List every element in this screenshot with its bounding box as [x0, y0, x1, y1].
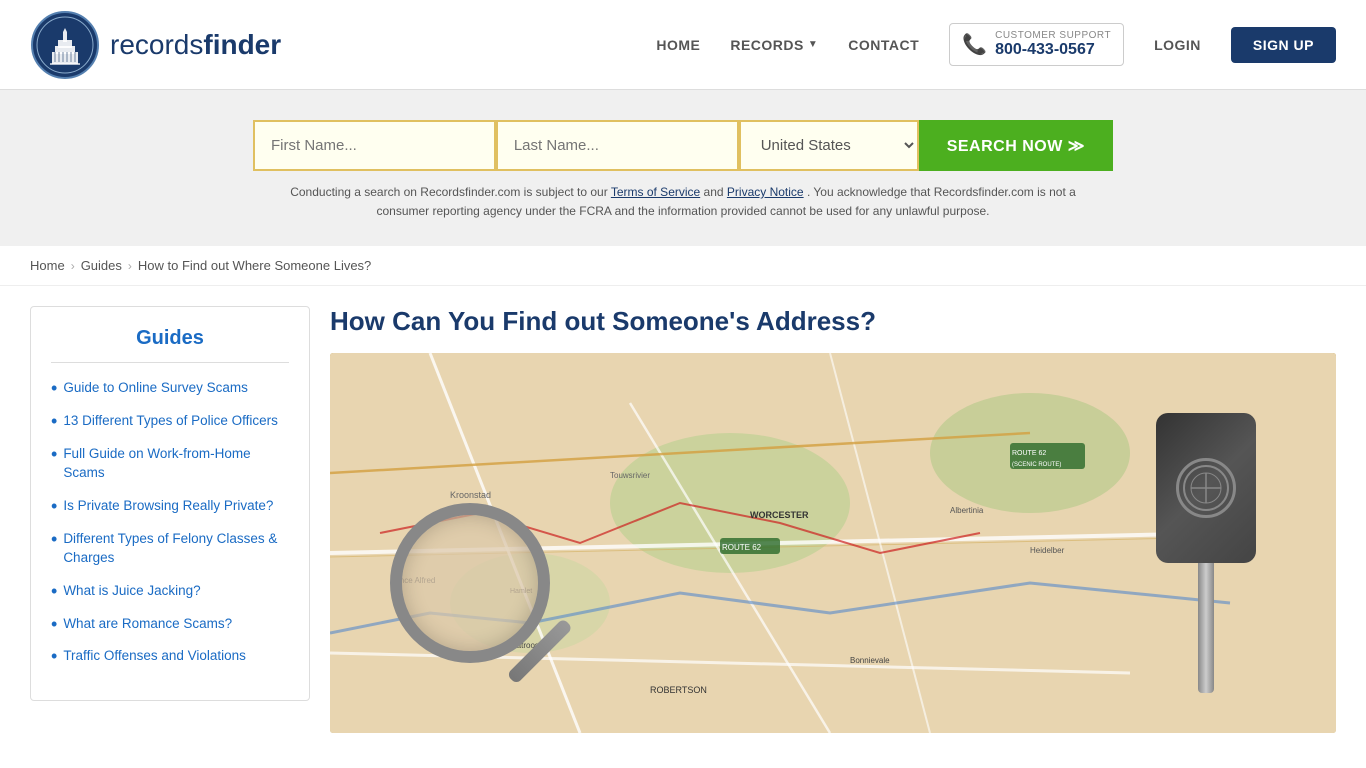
- sidebar-list-item: Full Guide on Work-from-Home Scams: [51, 445, 289, 483]
- main-content: Guides Guide to Online Survey Scams 13 Di…: [0, 286, 1366, 753]
- svg-text:Touwsrivier: Touwsrivier: [610, 471, 650, 480]
- sidebar-list-item: What are Romance Scams?: [51, 615, 289, 634]
- privacy-link[interactable]: Privacy Notice: [727, 185, 804, 199]
- first-name-input[interactable]: [253, 120, 496, 171]
- nav-home[interactable]: HOME: [656, 37, 700, 53]
- svg-text:Bonnievale: Bonnievale: [850, 656, 890, 665]
- breadcrumb-current: How to Find out Where Someone Lives?: [138, 258, 371, 273]
- search-disclaimer: Conducting a search on Recordsfinder.com…: [273, 183, 1093, 221]
- signup-button[interactable]: SIGN UP: [1231, 27, 1336, 63]
- breadcrumb-guides[interactable]: Guides: [81, 258, 122, 273]
- sidebar-list-item: 13 Different Types of Police Officers: [51, 412, 289, 431]
- logo-bold: finder: [203, 29, 281, 60]
- sidebar-link[interactable]: Is Private Browsing Really Private?: [63, 497, 273, 516]
- logo-text[interactable]: recordsfinder: [110, 29, 281, 61]
- sidebar-link[interactable]: What are Romance Scams?: [63, 615, 232, 634]
- key-blade: [1198, 563, 1214, 693]
- nav-records[interactable]: RECORDS ▼: [730, 37, 818, 53]
- key-fob: [1156, 413, 1256, 563]
- search-row: United StatesAlabamaAlaskaArizonaArkansa…: [253, 120, 1113, 171]
- sidebar: Guides Guide to Online Survey Scams 13 Di…: [30, 306, 310, 701]
- key-fob-logo: [1176, 458, 1236, 518]
- sidebar-link[interactable]: 13 Different Types of Police Officers: [63, 412, 278, 431]
- map-background: Kroonstad Touwsrivier WORCESTER Matroosb…: [330, 353, 1336, 733]
- login-button[interactable]: LOGIN: [1154, 37, 1201, 53]
- car-key: [1136, 413, 1276, 693]
- support-number: 800-433-0567: [995, 41, 1111, 59]
- sidebar-link[interactable]: What is Juice Jacking?: [63, 582, 200, 601]
- article-area: How Can You Find out Someone's Address?: [330, 306, 1336, 733]
- svg-text:Albertinia: Albertinia: [950, 506, 984, 515]
- last-name-input[interactable]: [496, 120, 739, 171]
- svg-text:ROBERTSON: ROBERTSON: [650, 685, 707, 695]
- sidebar-list-item: What is Juice Jacking?: [51, 582, 289, 601]
- breadcrumb-sep-2: ›: [128, 259, 132, 273]
- svg-text:WORCESTER: WORCESTER: [750, 510, 809, 520]
- sidebar-list: Guide to Online Survey Scams 13 Different…: [51, 379, 289, 666]
- magnifier-glass: [390, 503, 550, 663]
- sidebar-link[interactable]: Guide to Online Survey Scams: [63, 379, 248, 398]
- svg-text:(SCENIC ROUTE): (SCENIC ROUTE): [1012, 462, 1061, 468]
- breadcrumb-sep-1: ›: [71, 259, 75, 273]
- svg-text:ROUTE 62: ROUTE 62: [1012, 450, 1046, 457]
- svg-text:ROUTE 62: ROUTE 62: [722, 543, 762, 552]
- magnifying-glass: [390, 503, 590, 703]
- sidebar-list-item: Guide to Online Survey Scams: [51, 379, 289, 398]
- logo-icon[interactable]: [30, 10, 100, 80]
- svg-text:Kroonstad: Kroonstad: [450, 490, 491, 500]
- search-button[interactable]: SEARCH NOW ≫: [919, 120, 1113, 171]
- breadcrumb: Home › Guides › How to Find out Where So…: [0, 246, 1366, 286]
- sidebar-divider: [51, 362, 289, 363]
- tos-link[interactable]: Terms of Service: [611, 185, 700, 199]
- search-section: United StatesAlabamaAlaskaArizonaArkansa…: [0, 90, 1366, 246]
- sidebar-list-item: Is Private Browsing Really Private?: [51, 497, 289, 516]
- logo-area: recordsfinder: [30, 10, 281, 80]
- chevron-down-icon: ▼: [808, 39, 818, 50]
- logo-light: records: [110, 29, 203, 60]
- sidebar-link[interactable]: Different Types of Felony Classes & Char…: [63, 530, 289, 568]
- customer-support[interactable]: 📞 CUSTOMER SUPPORT 800-433-0567: [949, 23, 1124, 66]
- nav-contact[interactable]: CONTACT: [848, 37, 919, 53]
- main-nav: HOME RECORDS ▼ CONTACT 📞 CUSTOMER SUPPOR…: [656, 23, 1336, 66]
- article-title: How Can You Find out Someone's Address?: [330, 306, 1336, 337]
- sidebar-list-item: Traffic Offenses and Violations: [51, 647, 289, 666]
- sidebar-link[interactable]: Full Guide on Work-from-Home Scams: [63, 445, 289, 483]
- breadcrumb-home[interactable]: Home: [30, 258, 65, 273]
- state-select[interactable]: United StatesAlabamaAlaskaArizonaArkansa…: [739, 120, 919, 171]
- sidebar-link[interactable]: Traffic Offenses and Violations: [63, 647, 246, 666]
- sidebar-title: Guides: [51, 327, 289, 350]
- phone-icon: 📞: [962, 32, 987, 57]
- article-image: Kroonstad Touwsrivier WORCESTER Matroosb…: [330, 353, 1336, 733]
- sidebar-list-item: Different Types of Felony Classes & Char…: [51, 530, 289, 568]
- support-label: CUSTOMER SUPPORT: [995, 30, 1111, 41]
- svg-text:Heidelber: Heidelber: [1030, 546, 1065, 555]
